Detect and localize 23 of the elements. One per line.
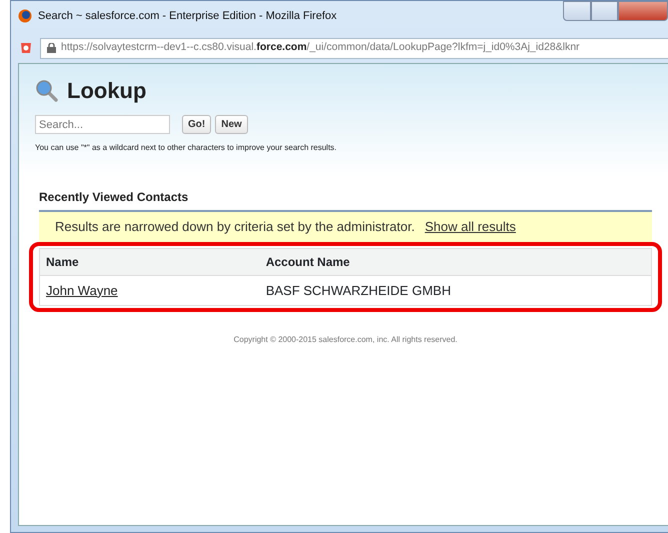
notice-text: Results are narrowed down by criteria set by the administrator. bbox=[55, 218, 415, 236]
search-field[interactable]: Search... bbox=[35, 115, 170, 134]
go-button[interactable]: Go! bbox=[182, 115, 212, 134]
url-text: https://solvaytestcrm--dev1--c.cs80.visual.force.com/_ui/common/data/LookupPage?lkfm=j_id0%3Aj_id28&lknr bbox=[61, 40, 580, 56]
maximize-button[interactable] bbox=[591, 1, 618, 21]
section-title: Recently Viewed Contacts bbox=[39, 189, 190, 206]
addon-icon[interactable] bbox=[18, 40, 34, 56]
column-header: Account Name bbox=[260, 248, 652, 275]
lock-icon bbox=[47, 43, 56, 53]
copyright-text: Copyright © 2000-2015 salesforce.com, inc. All rights reserved. bbox=[232, 334, 458, 346]
show-all-link[interactable]: Show all results bbox=[424, 217, 516, 236]
contact-link[interactable]: John Wayne bbox=[46, 282, 118, 298]
table-cell: BASF SCHWARZHEIDE GMBH bbox=[260, 275, 652, 306]
window-title: Search ~ salesforce.com - Enterprise Edition - Mozilla Firefox bbox=[38, 8, 337, 24]
url-field[interactable]: https://solvaytestcrm--dev1--c.cs80.visual.force.com/_ui/common/data/LookupPage?lkfm=j_id0%3Aj_id28&lknr bbox=[40, 38, 668, 58]
minimize-button[interactable] bbox=[563, 1, 591, 21]
browser-logo-icon bbox=[18, 9, 32, 23]
close-button[interactable] bbox=[618, 1, 668, 21]
new-button[interactable]: New bbox=[215, 115, 248, 134]
help-text: You can use "*" as a wildcard next to other characters to improve your search results. bbox=[35, 142, 338, 154]
column-header: Name bbox=[40, 248, 260, 275]
page-title: Lookup bbox=[67, 77, 146, 105]
magnifier-icon bbox=[35, 78, 59, 102]
